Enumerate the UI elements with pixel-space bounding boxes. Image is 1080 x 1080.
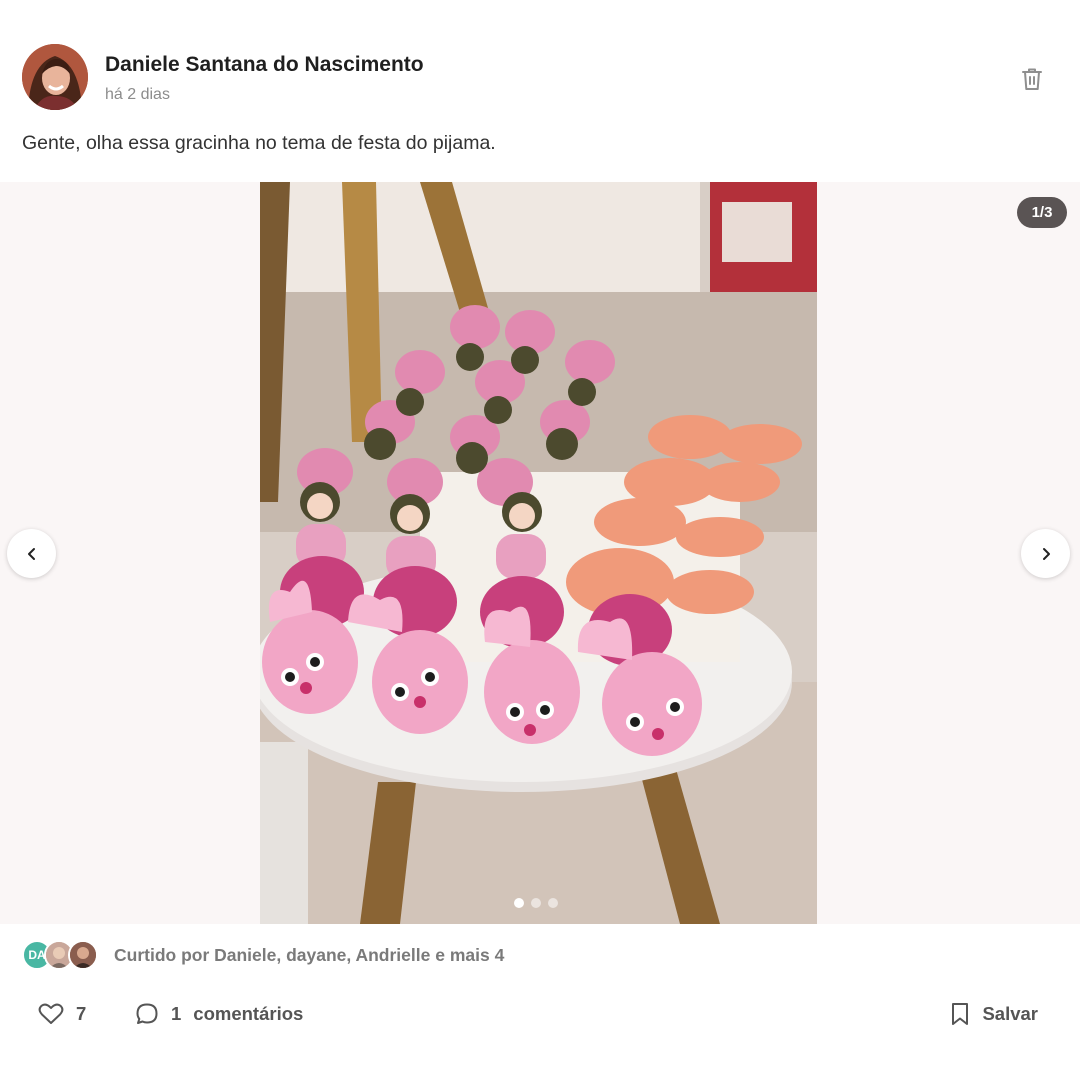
carousel-dot[interactable] xyxy=(531,898,541,908)
carousel-dot[interactable] xyxy=(548,898,558,908)
image-carousel[interactable]: 1/3 xyxy=(0,182,1080,924)
post-timestamp: há 2 dias xyxy=(105,86,170,103)
carousel-dots xyxy=(514,898,558,908)
comment-icon xyxy=(136,1003,158,1024)
chevron-left-icon xyxy=(27,547,35,560)
carousel-dot-active[interactable] xyxy=(514,898,524,908)
post-actions: 7 1 comentários Salvar xyxy=(22,996,1058,1032)
chevron-right-icon xyxy=(1042,547,1050,560)
post-header: Daniele Santana do Nascimento há 2 dias xyxy=(22,44,1058,112)
like-count: 7 xyxy=(76,1003,87,1024)
likes-text[interactable]: Curtido por Daniele, dayane, Andrielle e… xyxy=(114,945,504,966)
liker-avatar xyxy=(68,940,98,970)
likes-summary[interactable]: DA Curtido por Daniele, dayane, Andriell… xyxy=(22,938,922,972)
comment-button[interactable]: 1 comentários xyxy=(135,996,303,1032)
trash-icon[interactable] xyxy=(1020,66,1044,92)
save-button[interactable]: Salvar xyxy=(950,996,1038,1032)
carousel-prev-button[interactable] xyxy=(7,529,56,578)
comment-label: comentários xyxy=(193,1003,304,1024)
heart-icon xyxy=(38,1003,64,1024)
comment-count: 1 xyxy=(171,1003,182,1024)
post-photo[interactable] xyxy=(260,182,817,924)
bookmark-icon xyxy=(952,1003,969,1025)
save-label: Salvar xyxy=(982,1003,1038,1024)
post-caption: Gente, olha essa gracinha no tema de fes… xyxy=(22,132,496,154)
slide-counter-badge: 1/3 xyxy=(1017,197,1067,228)
like-button[interactable]: 7 xyxy=(38,996,86,1032)
author-name[interactable]: Daniele Santana do Nascimento xyxy=(105,53,424,77)
carousel-next-button[interactable] xyxy=(1021,529,1070,578)
author-avatar[interactable] xyxy=(22,44,88,110)
liker-avatars: DA xyxy=(22,940,102,970)
